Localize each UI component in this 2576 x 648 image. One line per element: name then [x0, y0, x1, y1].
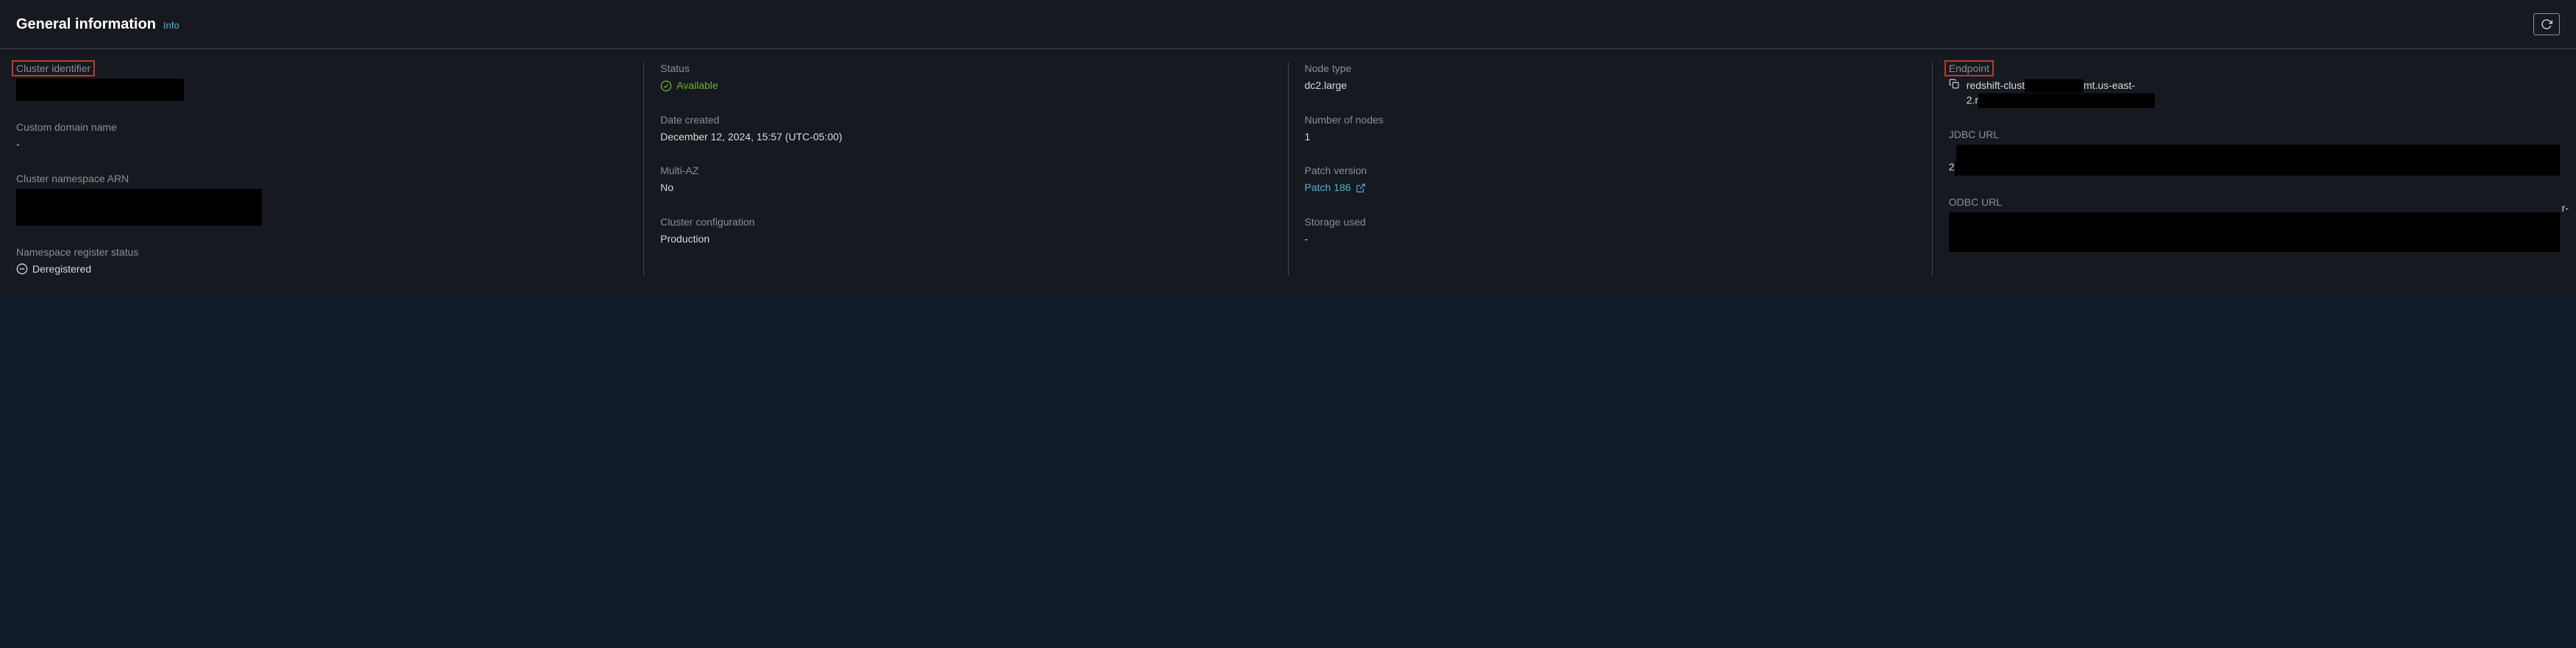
- status-text: Available: [676, 79, 718, 93]
- value-custom-domain: -: [16, 137, 627, 152]
- label-register-status: Namespace register status: [16, 246, 627, 258]
- field-jdbc: JDBC URL 2: [1949, 129, 2560, 176]
- label-multi-az: Multi-AZ: [660, 165, 1271, 176]
- deregistered-icon: [16, 263, 28, 275]
- value-num-nodes: 1: [1305, 130, 1916, 145]
- value-register-status: Deregistered: [16, 262, 627, 277]
- column-1: Cluster identifier Custom domain name - …: [16, 62, 644, 276]
- field-odbc: ODBC URL r-: [1949, 196, 2560, 252]
- endpoint-suffix1: mt.us-east-: [2083, 79, 2135, 93]
- endpoint-prefix: redshift-clust: [1967, 79, 2025, 93]
- jdbc-redacted-2: [1955, 161, 2560, 176]
- field-namespace-register-status: Namespace register status Deregistered: [16, 246, 627, 277]
- value-patch-link[interactable]: Patch 186: [1305, 181, 1916, 195]
- refresh-icon: [2541, 18, 2552, 30]
- value-multi-az: No: [660, 181, 1271, 195]
- value-cluster-arn-redacted: [16, 189, 262, 226]
- check-circle-icon: [660, 80, 672, 92]
- label-status: Status: [660, 62, 1271, 74]
- endpoint-redacted-1: [2025, 79, 2083, 93]
- label-patch: Patch version: [1305, 165, 1916, 176]
- patch-link-text: Patch 186: [1305, 181, 1351, 195]
- value-storage: -: [1305, 232, 1916, 247]
- refresh-button[interactable]: [2533, 13, 2560, 35]
- copy-icon: [1949, 79, 1959, 89]
- label-cluster-arn: Cluster namespace ARN: [16, 173, 627, 184]
- field-endpoint: Endpoint redshift-clust mt.us-east- 2.r: [1949, 62, 2560, 108]
- field-patch: Patch version Patch 186: [1305, 165, 1916, 195]
- label-endpoint: Endpoint: [1944, 60, 1994, 76]
- field-status: Status Available: [660, 62, 1271, 93]
- field-multi-az: Multi-AZ No: [660, 165, 1271, 195]
- field-cluster-arn: Cluster namespace ARN: [16, 173, 627, 226]
- copy-endpoint-button[interactable]: [1949, 79, 1959, 89]
- field-cluster-identifier: Cluster identifier: [16, 62, 627, 101]
- field-num-nodes: Number of nodes 1: [1305, 114, 1916, 145]
- label-cluster-config: Cluster configuration: [660, 216, 1271, 228]
- panel-header: General information Info: [0, 0, 2576, 49]
- column-2: Status Available Date created December 1…: [644, 62, 1288, 276]
- jdbc-line2-prefix: 2: [1949, 161, 1955, 176]
- label-cluster-identifier: Cluster identifier: [12, 60, 95, 76]
- general-information-panel: General information Info Cluster identif…: [0, 0, 2576, 295]
- value-odbc-redacted: [1949, 212, 2560, 252]
- jdbc-redacted-1: [1956, 145, 2560, 161]
- column-3: Node type dc2.large Number of nodes 1 Pa…: [1289, 62, 1933, 276]
- column-4: Endpoint redshift-clust mt.us-east- 2.r: [1933, 62, 2560, 276]
- value-node-type: dc2.large: [1305, 79, 1916, 93]
- field-node-type: Node type dc2.large: [1305, 62, 1916, 93]
- label-num-nodes: Number of nodes: [1305, 114, 1916, 126]
- field-cluster-config: Cluster configuration Production: [660, 216, 1271, 247]
- odbc-overflow-text: r-: [2562, 202, 2569, 214]
- label-storage: Storage used: [1305, 216, 1916, 228]
- label-date-created: Date created: [660, 114, 1271, 126]
- field-custom-domain: Custom domain name -: [16, 121, 627, 152]
- panel-body: Cluster identifier Custom domain name - …: [0, 49, 2576, 295]
- register-status-text: Deregistered: [32, 262, 91, 277]
- label-node-type: Node type: [1305, 62, 1916, 74]
- label-jdbc: JDBC URL: [1949, 129, 2560, 140]
- value-endpoint: redshift-clust mt.us-east- 2.r: [1949, 79, 2560, 108]
- endpoint-line2-prefix: 2.r: [1967, 93, 1978, 108]
- endpoint-redacted-2: [1978, 93, 2155, 108]
- value-status: Available: [660, 79, 1271, 93]
- external-link-icon: [1356, 183, 1366, 193]
- panel-title: General information: [16, 16, 156, 33]
- value-date-created: December 12, 2024, 15:57 (UTC-05:00): [660, 130, 1271, 145]
- info-link[interactable]: Info: [163, 20, 179, 31]
- value-cluster-config: Production: [660, 232, 1271, 247]
- field-storage: Storage used -: [1305, 216, 1916, 247]
- label-odbc: ODBC URL: [1949, 196, 2560, 208]
- label-custom-domain: Custom domain name: [16, 121, 627, 133]
- value-cluster-identifier-redacted: [16, 79, 184, 101]
- field-date-created: Date created December 12, 2024, 15:57 (U…: [660, 114, 1271, 145]
